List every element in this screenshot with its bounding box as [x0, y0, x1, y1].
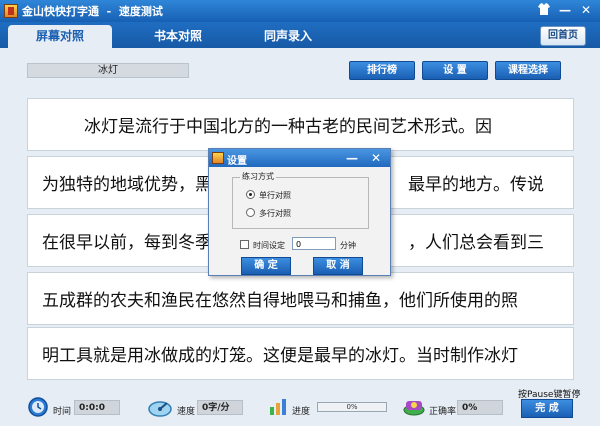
time-input[interactable]: 0 [292, 237, 336, 250]
dialog-title: 设置 [227, 156, 247, 167]
text-line[interactable]: 五成群的农夫和渔民在悠然自得地喂马和捕鱼，他们所使用的照 [27, 272, 574, 325]
skin-icon[interactable] [536, 2, 552, 18]
accuracy-value: 0% [457, 400, 503, 415]
tab-screen-compare[interactable]: 屏幕对照 [8, 25, 112, 48]
time-unit-label: 分钟 [340, 241, 356, 250]
single-line-radio[interactable] [246, 190, 255, 199]
tab-dictation[interactable]: 同声录入 [236, 25, 340, 48]
text-line[interactable]: 明工具就是用冰做成的灯笼。这便是最早的冰灯。当时制作冰灯 [27, 327, 574, 380]
ranking-button[interactable]: 排行榜 [349, 61, 415, 80]
course-select-button[interactable]: 课程选择 [495, 61, 561, 80]
window-title: 金山快快打字通 - 速度测试 [22, 5, 163, 18]
accuracy-icon [402, 397, 426, 421]
multi-line-label[interactable]: 多行对照 [259, 208, 291, 219]
practice-mode-group: 练习方式 单行对照 多行对照 [232, 171, 369, 229]
text-line-tail: 最早的地方。传说 [408, 175, 544, 195]
home-button[interactable]: 回首页 [540, 26, 586, 46]
dialog-title-bar[interactable]: 设置 — ✕ [209, 149, 390, 167]
cancel-button[interactable]: 取 消 [313, 257, 363, 275]
multi-line-radio[interactable] [246, 208, 255, 217]
progress-icon [268, 397, 288, 421]
app-icon [212, 152, 224, 164]
time-setting-checkbox[interactable] [240, 240, 249, 249]
text-line-content: 五成群的农夫和渔民在悠然自得地喂马和捕鱼，他们所使用的照 [42, 291, 518, 311]
text-line-content: 在很早以前，每到冬季 [42, 233, 212, 253]
text-line[interactable]: 冰灯是流行于中国北方的一种古老的民间艺术形式。因 [27, 98, 574, 151]
single-line-label[interactable]: 单行对照 [259, 190, 291, 201]
tab-book-compare[interactable]: 书本对照 [126, 25, 230, 48]
text-line-tail: ，人们总会看到三 [408, 233, 544, 253]
time-label: 时间 [53, 407, 72, 417]
progress-bar: 0% [317, 402, 387, 412]
text-line-content: 明工具就是用冰做成的灯笼。这便是最早的冰灯。当时制作冰灯 [42, 346, 518, 366]
text-line-content: 为独特的地域优势，黑 [42, 175, 212, 195]
app-icon [4, 4, 18, 18]
clock-icon [28, 397, 48, 421]
minimize-icon[interactable]: — [344, 150, 360, 166]
tab-bar: 屏幕对照 书本对照 同声录入 回首页 [0, 22, 600, 48]
ok-button[interactable]: 确 定 [241, 257, 291, 275]
accuracy-label: 正确率 [429, 407, 457, 417]
settings-button[interactable]: 设 置 [422, 61, 488, 80]
speed-label: 速度 [177, 407, 196, 417]
settings-dialog: 设置 — ✕ 练习方式 单行对照 多行对照 时间设定 0 分钟 确 定 取 消 [208, 148, 391, 276]
close-icon[interactable]: ✕ [578, 2, 594, 18]
speedometer-icon [147, 397, 173, 421]
speed-value: 0字/分 [197, 400, 243, 415]
time-value: 0:0:0 [74, 400, 120, 415]
minimize-icon[interactable]: — [557, 2, 573, 18]
lesson-title: 冰灯 [27, 63, 189, 78]
time-setting-label: 时间设定 [253, 241, 285, 250]
group-label: 练习方式 [240, 171, 276, 182]
done-button[interactable]: 完 成 [521, 399, 573, 418]
title-bar: 金山快快打字通 - 速度测试 — ✕ [0, 0, 600, 22]
text-line-content: 冰灯是流行于中国北方的一种古老的民间艺术形式。因 [84, 117, 492, 137]
progress-label: 进度 [292, 407, 311, 417]
close-icon[interactable]: ✕ [368, 150, 384, 166]
